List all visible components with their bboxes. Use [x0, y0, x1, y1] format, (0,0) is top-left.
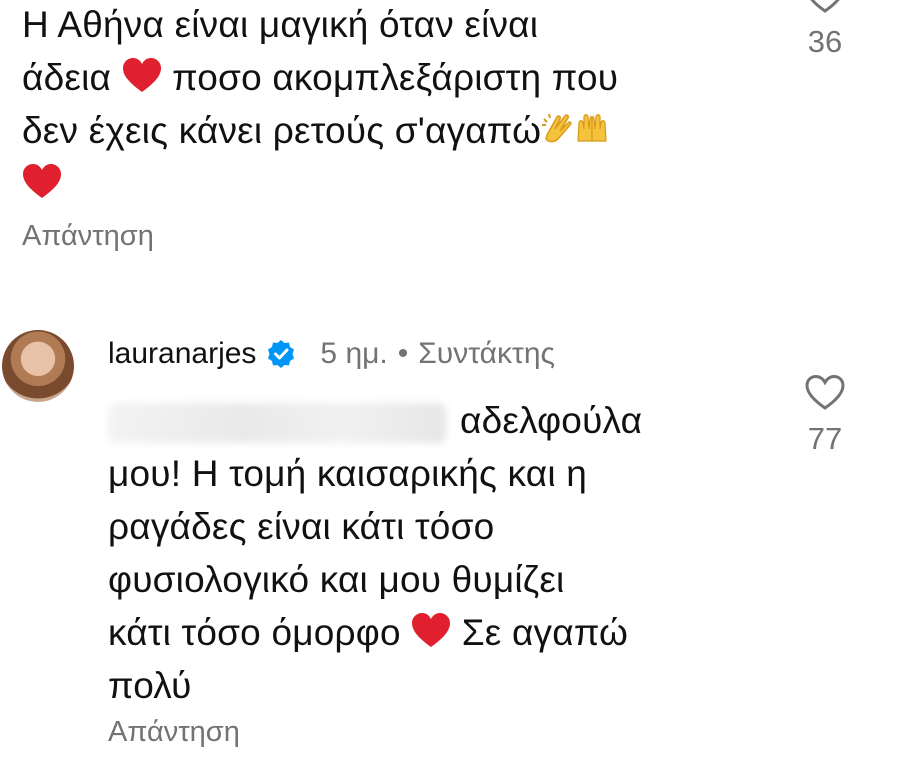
second-comment-line-1-text: αδελφούλα — [460, 400, 643, 441]
heart-emoji — [23, 164, 61, 198]
second-comment-line-2: μου! Η τομή καισαρικής και η — [108, 453, 587, 494]
heart-outline-icon[interactable] — [805, 0, 845, 14]
second-comment-line-5-part-1: κάτι τόσο όμορφο — [108, 612, 401, 653]
heart-emoji — [412, 613, 451, 647]
second-comment-line-4: φυσιολογικό και μου θυμίζει — [108, 559, 565, 600]
second-comment-line-1: αδελφούλα — [108, 394, 642, 447]
comments-page: Η Αθήνα είναι μαγική όταν είναι άδεια πο… — [0, 0, 900, 780]
comment-header: lauranarjes 5 ημ. • Συντάκτης — [108, 330, 555, 378]
username[interactable]: lauranarjes — [108, 337, 256, 371]
heart-outline-icon[interactable] — [805, 375, 845, 411]
first-comment-like: 36 — [795, 0, 855, 60]
first-comment-line-2-part-2: ποσο ακομπλεξάριστη που — [172, 57, 619, 98]
first-comment-line-4 — [22, 157, 618, 210]
first-comment-line-1: Η Αθήνα είναι μαγική όταν είναι — [22, 4, 539, 45]
first-comment-like-count: 36 — [807, 24, 843, 59]
first-comment-line-2-part-1: άδεια — [22, 57, 112, 98]
second-comment-line-5-part-2: Σε αγαπώ — [461, 612, 629, 653]
blurred-text-region — [108, 403, 446, 444]
second-comment-line-3: ραγάδες είναι κάτι τόσο — [108, 506, 495, 547]
second-comment-reply-button[interactable]: Απάντηση — [108, 716, 240, 749]
first-comment-line-2: άδεια ποσο ακομπλεξάριστη που — [22, 51, 618, 104]
author-role: Συντάκτης — [418, 337, 555, 370]
first-comment-line-3-text: δεν έχεις κάνει ρετούς σ'αγαπώ — [22, 110, 542, 151]
meta-separator: • — [397, 337, 409, 370]
second-comment-like: 77 — [795, 375, 855, 457]
comment-time: 5 ημ. — [320, 337, 388, 370]
second-comment-text: αδελφούλα μου! Η τομή καισαρικής και η ρ… — [108, 394, 642, 712]
avatar[interactable] — [2, 330, 74, 402]
clapping-hands-emoji — [542, 113, 572, 143]
second-comment-line-5: κάτι τόσο όμορφο Σε αγαπώ — [108, 606, 642, 659]
first-comment-reply-button[interactable]: Απάντηση — [22, 220, 154, 253]
verified-badge-icon — [268, 340, 295, 368]
second-comment-line-6: πολύ — [108, 665, 192, 706]
raising-hands-emoji — [577, 114, 607, 142]
first-comment-text: Η Αθήνα είναι μαγική όταν είναι άδεια πο… — [22, 0, 618, 210]
first-comment-line-3: δεν έχεις κάνει ρετούς σ'αγαπώ — [22, 104, 618, 157]
heart-emoji — [122, 58, 161, 92]
second-comment-like-count: 77 — [807, 421, 843, 456]
